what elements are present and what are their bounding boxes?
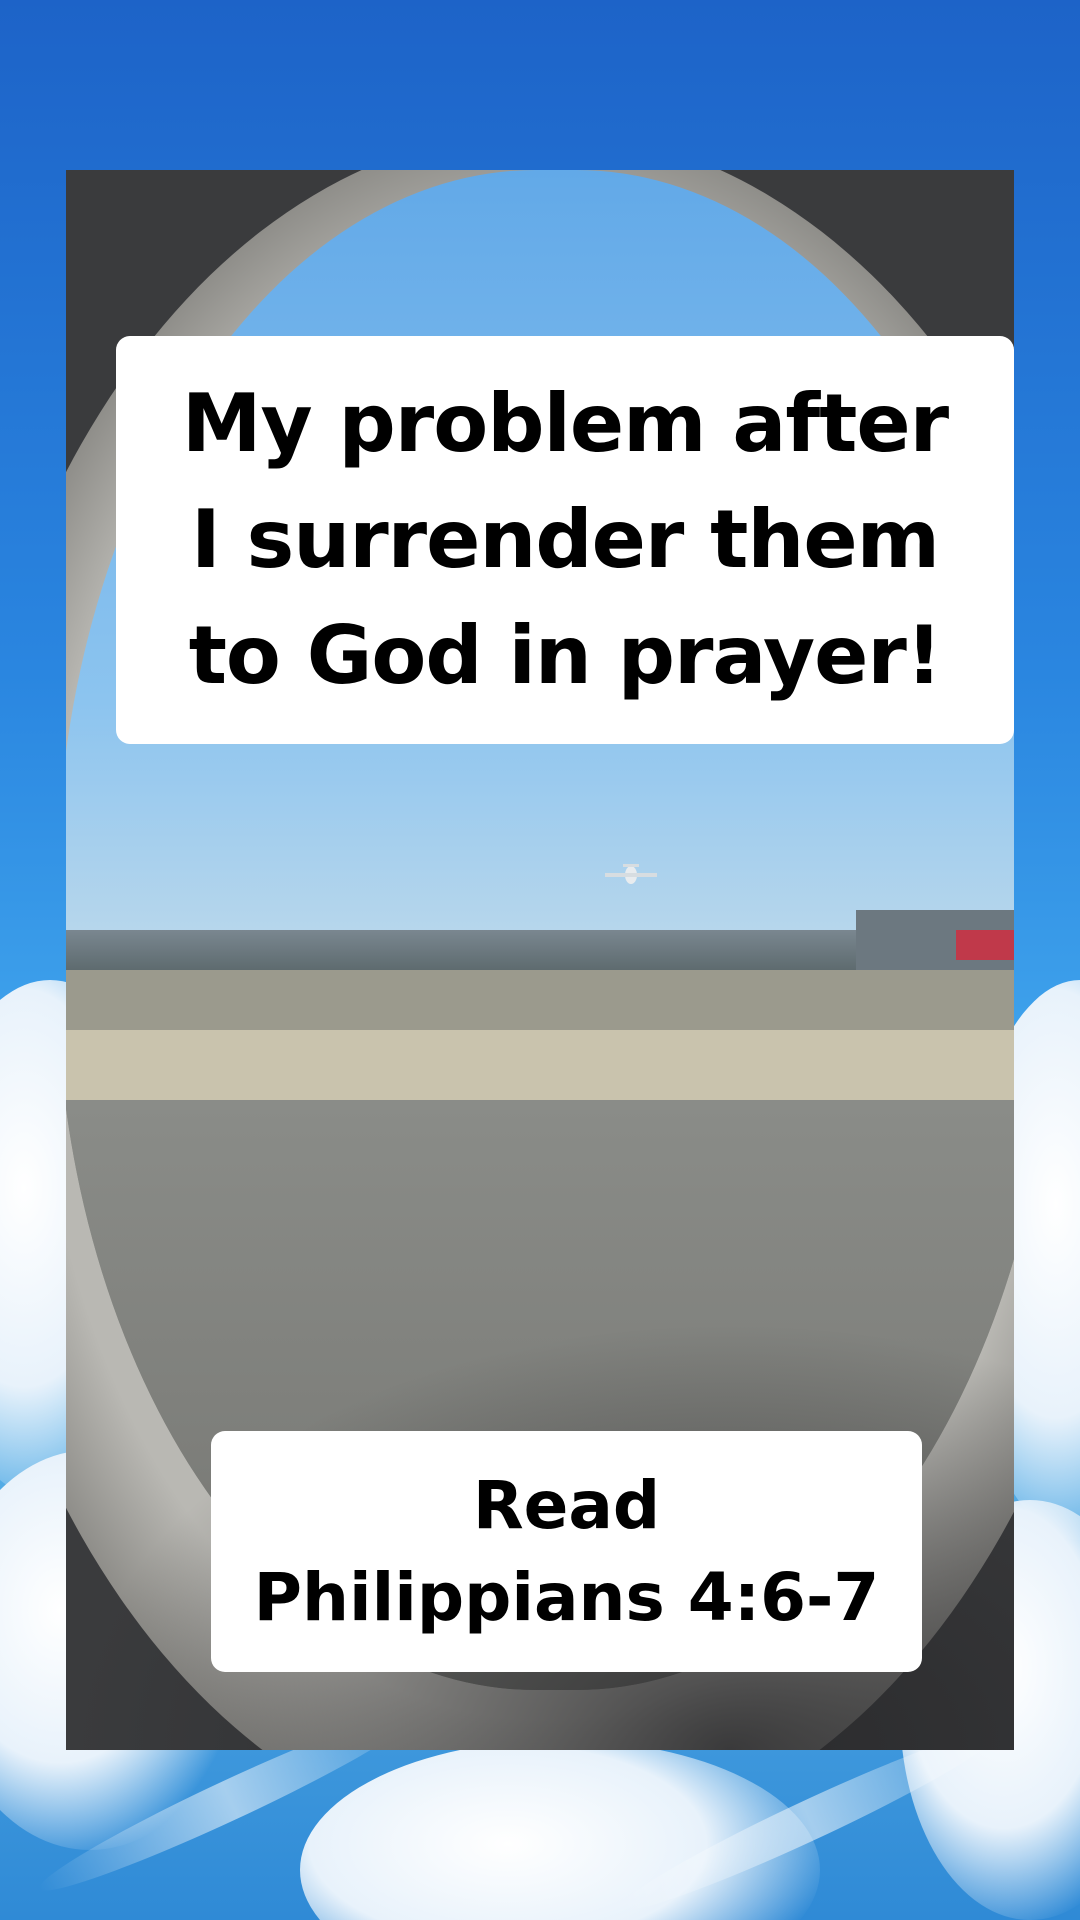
runway-strip xyxy=(66,1030,1014,1100)
caption-bottom-box: Read Philippians 4:6-7 xyxy=(211,1431,922,1672)
video-page: My problem after I surrender them to God… xyxy=(0,0,1080,1920)
parked-plane-tail xyxy=(956,930,1014,960)
airplane-icon xyxy=(605,864,657,884)
caption-top-text: My problem after I surrender them to God… xyxy=(181,377,949,702)
caption-bottom-text: Read Philippians 4:6-7 xyxy=(253,1466,880,1636)
runway-far xyxy=(66,970,1014,1030)
caption-top-box: My problem after I surrender them to God… xyxy=(116,336,1014,744)
